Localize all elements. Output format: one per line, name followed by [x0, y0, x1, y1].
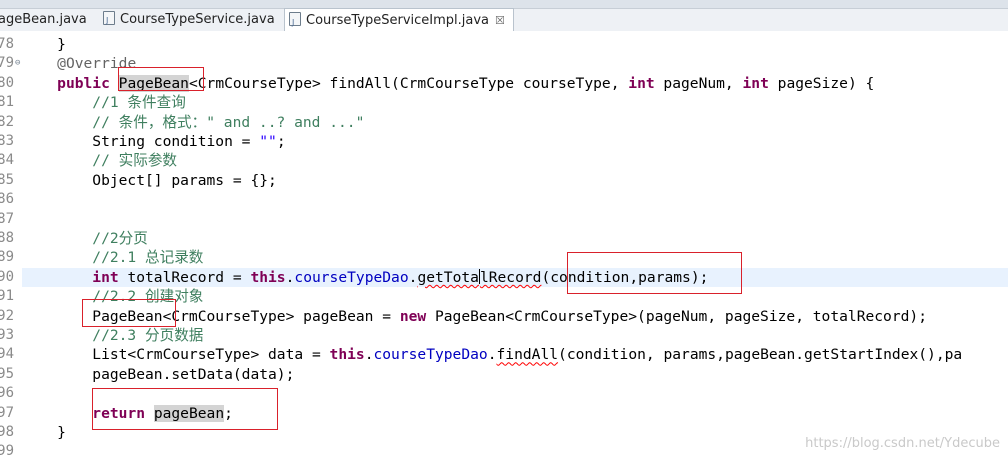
- tab-coursetypeserviceimpl[interactable]: CourseTypeServiceImpl.java ☒: [284, 8, 514, 35]
- code-line: // 条件，格式：" and ..? and ...": [22, 113, 1008, 132]
- close-icon[interactable]: ☒: [495, 9, 505, 33]
- code-token: pageBean.setData(data);: [22, 365, 295, 383]
- line-number: 83: [0, 133, 14, 149]
- code-token: //2.1 总记录数: [22, 249, 204, 267]
- code-line: int totalRecord = this.courseTypeDao.get…: [22, 267, 1008, 288]
- code-line: String condition = "";: [22, 132, 1008, 151]
- code-token: }: [22, 36, 66, 53]
- highlight-box-params: [567, 252, 742, 294]
- tab-label: CourseTypeServiceImpl.java: [306, 13, 490, 28]
- code-token: //2分页: [22, 230, 148, 247]
- line-number: 95: [0, 365, 14, 382]
- line-number: 79: [0, 55, 14, 72]
- line-number: 91: [0, 288, 14, 305]
- line-number: 85: [0, 171, 14, 188]
- line-number: 78: [0, 36, 14, 52]
- code-token: findAll: [496, 346, 559, 364]
- line-number: 86: [0, 191, 14, 208]
- code-line: pageBean.setData(data);: [22, 365, 1008, 384]
- code-token: //1 条件查询: [22, 94, 186, 112]
- java-file-icon: [289, 11, 301, 35]
- watermark: https://blog.csdn.net/Ydecube: [805, 436, 1000, 451]
- code-line: //2分页: [22, 229, 1008, 248]
- code-line: //1 条件查询: [22, 93, 1008, 112]
- code-token: new: [399, 307, 427, 325]
- code-token: int: [92, 268, 119, 286]
- line-number: 96: [0, 385, 14, 402]
- line-number-gutter: 78 79 80 81 82 83 84 85 86 87 88 89 90 91 92 93 94 95 96 97…: [0, 31, 22, 461]
- code-token: List<CrmCourseType> data =: [22, 346, 330, 364]
- tab-pagebean[interactable]: ageBean.java: [0, 9, 87, 31]
- code-line: //2.3 分页数据: [22, 326, 1008, 345]
- line-number: 87: [0, 210, 14, 227]
- code-line: //2.1 总记录数: [22, 248, 1008, 267]
- line-number: 89: [0, 249, 14, 266]
- code-line: }: [22, 35, 1008, 54]
- java-file-icon: [103, 10, 115, 32]
- fold-collapse-icon[interactable]: ⊖: [15, 58, 20, 68]
- highlight-box-return-type: [118, 67, 204, 91]
- code-token: <CrmCourseType> findAll(CrmCourseType co…: [188, 74, 629, 92]
- line-number: 84: [0, 152, 14, 169]
- code-token: pageNum,: [654, 74, 743, 92]
- code-token: public: [57, 74, 110, 92]
- highlight-box-return: [92, 388, 278, 430]
- code-token: int: [628, 74, 655, 92]
- line-number: 93: [0, 327, 14, 343]
- code-token: PageBean<CrmCourseType> pageBean =: [22, 307, 400, 325]
- line-number: 94: [0, 346, 14, 363]
- code-token: courseTypeDao: [373, 346, 488, 364]
- line-number: 82: [0, 113, 14, 130]
- code-token: String condition =: [22, 133, 260, 150]
- tab-label: CourseTypeService.java: [120, 12, 275, 27]
- tab-label: ageBean.java: [0, 12, 87, 27]
- line-number: 81: [0, 94, 14, 111]
- code-line: // 实际参数: [22, 151, 1008, 170]
- code-token: (condition, params,pageBean.getStartInde…: [558, 346, 963, 364]
- code-token: this: [329, 346, 365, 364]
- tab-coursetypeservice[interactable]: CourseTypeService.java: [103, 9, 275, 32]
- line-number: 88: [0, 230, 14, 246]
- code-token: Object[] params = {};: [22, 171, 277, 189]
- code-token: "": [259, 133, 277, 150]
- code-token: }: [22, 424, 66, 441]
- code-token: int: [742, 74, 769, 92]
- line-number: 99: [0, 443, 14, 460]
- code-token: this: [250, 268, 286, 286]
- line-number: 80: [0, 74, 14, 91]
- code-editor[interactable]: 78 79 80 81 82 83 84 85 86 87 88 89 90 91 92 93 94 95 96 97…: [0, 31, 1008, 461]
- code-token: pageSize) {: [768, 74, 875, 92]
- line-number: 90: [0, 268, 14, 285]
- line-number: 92: [0, 307, 14, 324]
- code-token: ;: [276, 133, 286, 150]
- code-line: List<CrmCourseType> data = this.courseTy…: [22, 345, 1008, 364]
- editor-tab-bar: ageBean.java CourseTypeService.java Cour…: [0, 8, 1008, 35]
- line-number: 97: [0, 404, 14, 421]
- code-token: totalRecord =: [118, 268, 251, 286]
- code-token: // 实际参数: [22, 152, 178, 170]
- code-token: .: [487, 346, 497, 364]
- code-token: getTotalRecord: [417, 268, 542, 286]
- code-line: Object[] params = {};: [22, 171, 1008, 190]
- code-token: // 条件，格式：" and ..? and ...": [22, 113, 365, 131]
- highlight-box-pagebean: [82, 299, 176, 327]
- code-token: //2.3 分页数据: [22, 327, 204, 344]
- code-token: PageBean<CrmCourseType>(pageNum, pageSiz…: [426, 307, 927, 325]
- line-number: 98: [0, 424, 14, 440]
- code-token: courseTypeDao: [294, 268, 409, 286]
